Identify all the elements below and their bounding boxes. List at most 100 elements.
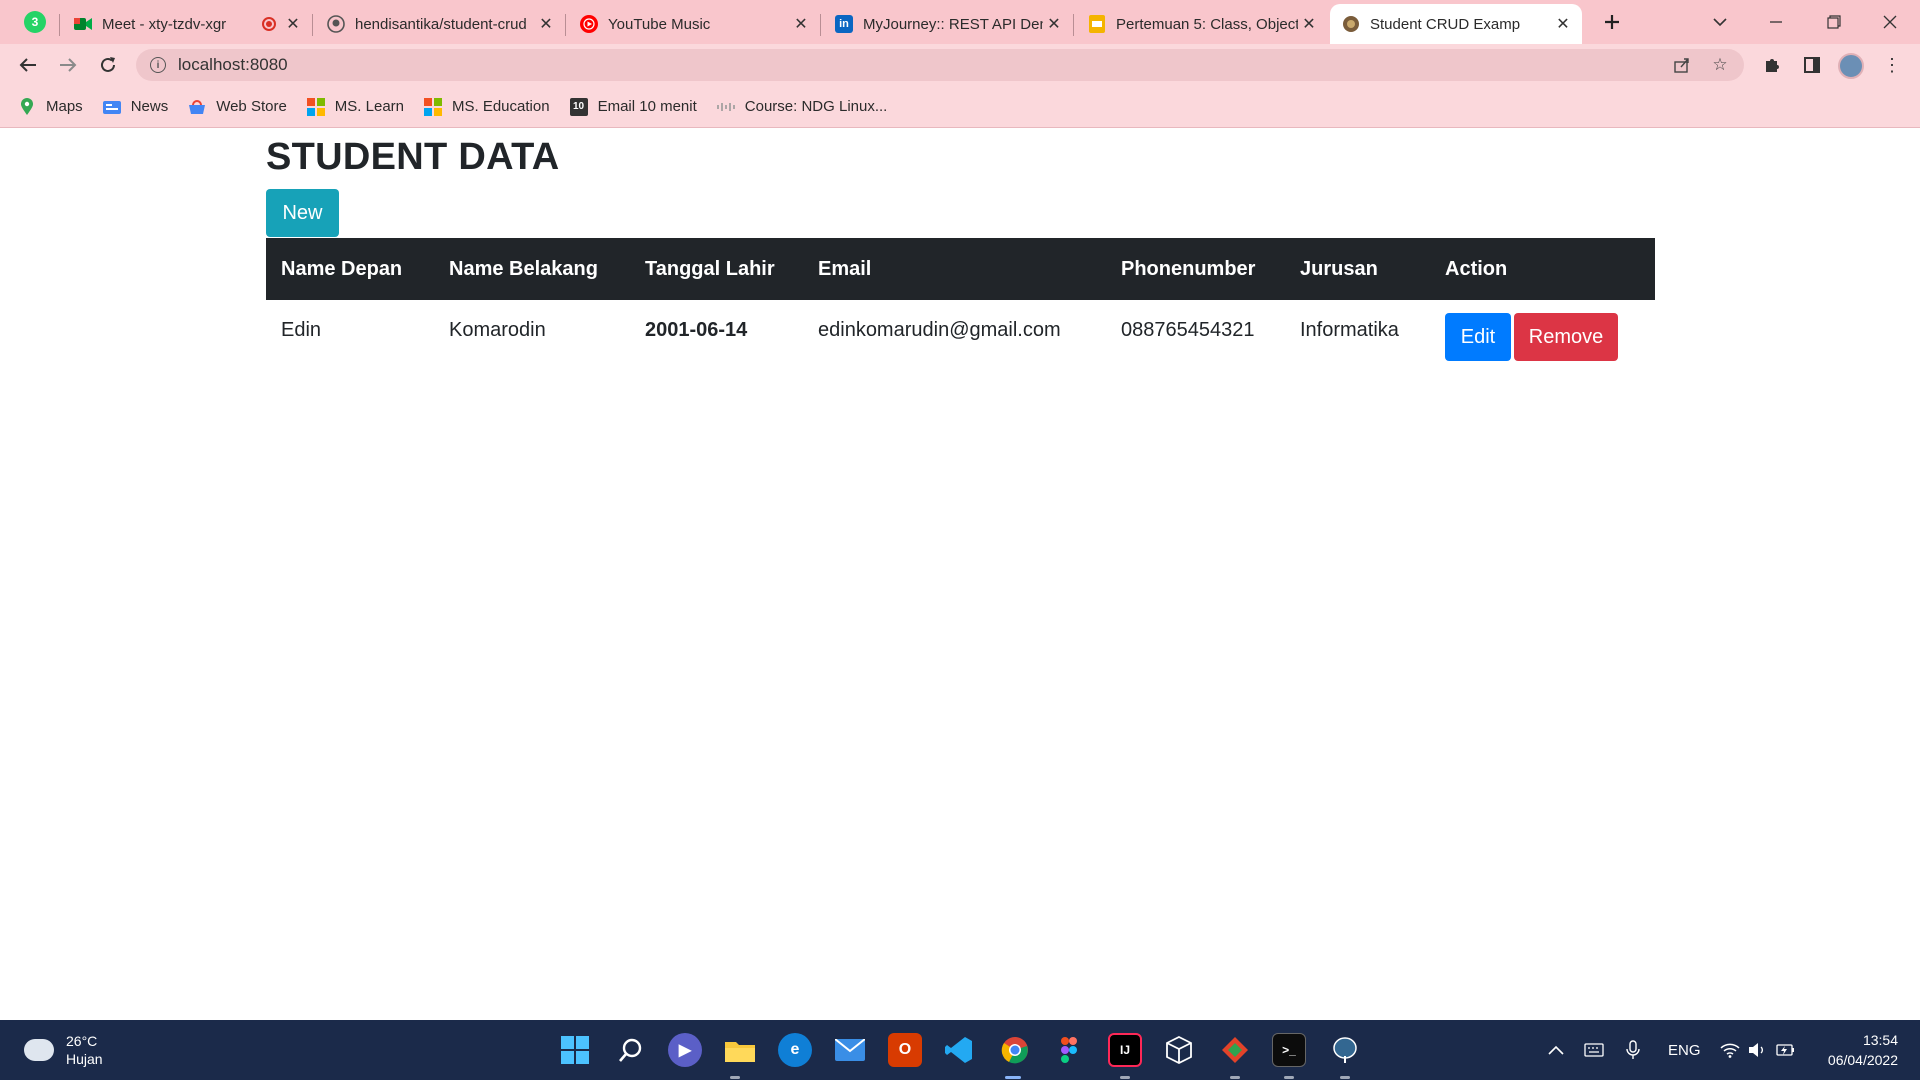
tab-separator [312, 14, 313, 36]
new-tab-plus-icon[interactable] [1596, 6, 1628, 38]
weather-widget[interactable]: 26°C Hujan [24, 1032, 103, 1068]
page-content: STUDENT DATA New Name Depan Name Belakan… [266, 128, 1655, 380]
tab-student-crud[interactable]: Student CRUD Examp ✕ [1330, 4, 1582, 44]
bookmark-maps[interactable]: Maps [18, 97, 83, 116]
figma-icon[interactable] [1052, 1033, 1086, 1067]
weather-temperature: 26°C [66, 1033, 98, 1049]
show-hidden-icons-chevron-up-icon[interactable] [1548, 1020, 1564, 1080]
column-header: Phonenumber [1106, 238, 1285, 300]
tab-separator [565, 14, 566, 36]
tab-youtube-music[interactable]: YouTube Music ✕ [568, 4, 821, 44]
touch-keyboard-icon[interactable] [1584, 1020, 1604, 1080]
pinned-tab-badge: 3 [31, 15, 39, 29]
site-icon [1342, 15, 1360, 33]
cell-email: edinkomarudin@gmail.com [818, 319, 1061, 341]
volume-icon[interactable] [1748, 1020, 1766, 1080]
terminal-icon[interactable]: >_ [1272, 1033, 1306, 1067]
close-tab-icon[interactable]: ✕ [1043, 14, 1065, 34]
close-tab-icon[interactable]: ✕ [282, 14, 304, 34]
windows-start-icon[interactable] [558, 1033, 592, 1067]
bookmark-email-10-menit[interactable]: 10 Email 10 menit [569, 97, 697, 116]
close-tab-icon[interactable]: ✕ [790, 14, 812, 34]
edit-button[interactable]: Edit [1445, 313, 1511, 361]
virtualbox-cube-icon[interactable] [1162, 1033, 1196, 1067]
edge-browser-icon[interactable]: e [778, 1033, 812, 1067]
tab-linkedin[interactable]: in MyJourney:: REST API Den ✕ [823, 4, 1074, 44]
bookmark-label: MS. Education [452, 98, 550, 115]
share-icon[interactable] [1668, 49, 1696, 81]
microphone-icon[interactable] [1626, 1020, 1640, 1080]
mail-icon[interactable] [833, 1033, 867, 1067]
site-info-icon[interactable]: i [150, 57, 166, 73]
restore-icon[interactable] [1818, 6, 1850, 38]
bookmark-ndg-linux[interactable]: Course: NDG Linux... [716, 98, 887, 116]
bookmark-label: Maps [46, 98, 83, 115]
git-gui-icon[interactable] [1218, 1033, 1252, 1067]
close-tab-icon[interactable]: ✕ [535, 14, 557, 34]
bookmark-ms-learn[interactable]: MS. Learn [306, 97, 404, 116]
more-vertical-icon[interactable]: ⋮ [1876, 49, 1908, 81]
microsoft-icon [306, 97, 325, 116]
rain-cloud-icon [24, 1039, 54, 1061]
running-indicator [730, 1076, 740, 1079]
chat-camera-icon[interactable]: ▶ [668, 1033, 702, 1067]
email-10-icon: 10 [569, 97, 588, 116]
remove-button[interactable]: Remove [1514, 313, 1618, 361]
vscode-icon[interactable] [942, 1033, 976, 1067]
search-icon[interactable] [614, 1033, 648, 1067]
language-indicator[interactable]: ENG [1668, 1020, 1701, 1080]
table-header: Name Depan Name Belakang Tanggal Lahir E… [266, 238, 1655, 300]
reload-icon[interactable] [92, 49, 124, 81]
profile-avatar[interactable] [1838, 53, 1864, 79]
office-icon[interactable]: O [888, 1033, 922, 1067]
tab-search-chevron-down-icon[interactable] [1704, 6, 1736, 38]
bookmark-label: Web Store [216, 98, 287, 115]
bookmark-star-icon[interactable]: ☆ [1706, 49, 1734, 81]
browser-toolbar: i localhost:8080 ☆ ⋮ [0, 44, 1920, 86]
close-window-icon[interactable] [1874, 6, 1906, 38]
tab-title: Pertemuan 5: Class, Object [1116, 15, 1298, 33]
bookmark-label: MS. Learn [334, 98, 404, 115]
recording-icon [262, 17, 276, 31]
address-bar[interactable]: i localhost:8080 ☆ [136, 49, 1744, 81]
column-header: Action [1430, 238, 1655, 300]
wifi-icon[interactable] [1720, 1020, 1740, 1080]
new-student-button[interactable]: New [266, 189, 339, 237]
minimize-icon[interactable] [1760, 6, 1792, 38]
tab-title: Student CRUD Examp [1370, 15, 1521, 33]
tab-separator [820, 14, 821, 36]
chrome-icon[interactable] [998, 1033, 1032, 1067]
cell-major: Informatika [1300, 319, 1399, 341]
tab-meet[interactable]: Meet - xty-tzdv-xgr ✕ [62, 4, 313, 44]
tab-title: hendisantika/student-crud [355, 15, 527, 33]
postgresql-elephant-icon[interactable] [1328, 1033, 1362, 1067]
running-indicator [1120, 1076, 1130, 1079]
back-arrow-icon[interactable] [12, 49, 44, 81]
column-header: Jurusan [1285, 238, 1430, 300]
clock-date: 06/04/2022 [1827, 1052, 1898, 1068]
tab-slides[interactable]: Pertemuan 5: Class, Object ✕ [1076, 4, 1328, 44]
file-explorer-icon[interactable] [723, 1033, 757, 1067]
intellij-idea-icon[interactable]: IJ [1108, 1033, 1142, 1067]
battery-charging-icon[interactable] [1776, 1020, 1796, 1080]
close-tab-icon[interactable]: ✕ [1552, 14, 1574, 34]
side-panel-icon[interactable] [1796, 49, 1828, 81]
whatsapp-icon[interactable]: 3 [24, 11, 46, 33]
column-header: Name Belakang [434, 238, 630, 300]
column-header: Name Depan [266, 238, 434, 300]
address-url[interactable]: localhost:8080 [178, 55, 288, 75]
cell-actions: Edit Remove [1430, 300, 1655, 380]
close-tab-icon[interactable]: ✕ [1298, 14, 1320, 34]
cell-phone: 088765454321 [1121, 319, 1255, 341]
bookmarks-bar: Maps News Web Store MS. Learn MS. Educat… [0, 86, 1920, 128]
running-indicator [1340, 1076, 1350, 1079]
system-clock[interactable]: 13:54 06/04/2022 [1828, 1030, 1898, 1070]
forward-arrow-icon[interactable] [52, 49, 84, 81]
tab-github[interactable]: hendisantika/student-crud ✕ [315, 4, 566, 44]
bookmark-ms-education[interactable]: MS. Education [424, 97, 550, 116]
extensions-puzzle-icon[interactable] [1756, 49, 1788, 81]
web-store-icon [188, 98, 206, 116]
tab-title: MyJourney:: REST API Den [863, 15, 1043, 33]
bookmark-web-store[interactable]: Web Store [188, 98, 287, 116]
bookmark-news[interactable]: News [102, 98, 168, 116]
